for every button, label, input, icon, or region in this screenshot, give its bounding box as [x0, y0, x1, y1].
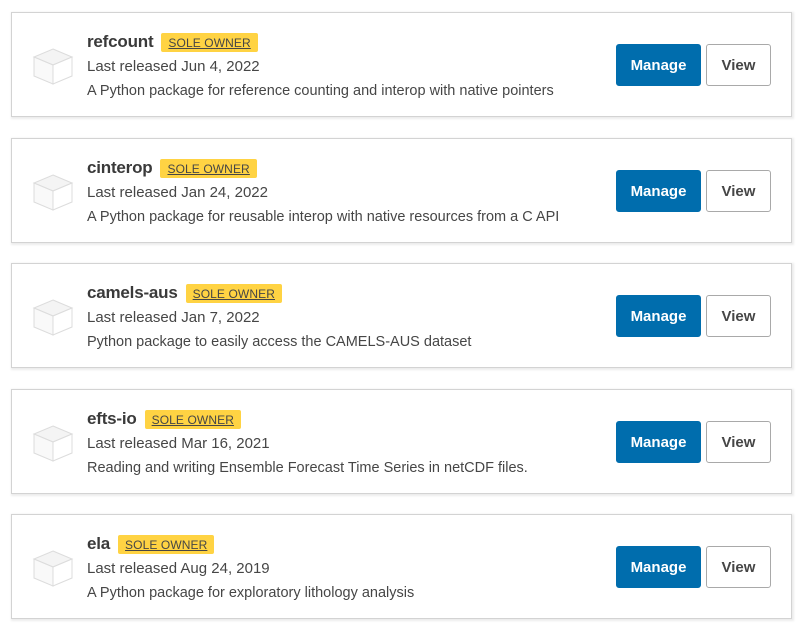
project-card: efts-io SOLE OWNER Last released Mar 16,…	[11, 389, 792, 494]
project-card: ela SOLE OWNER Last released Aug 24, 201…	[11, 514, 792, 619]
view-button[interactable]: View	[706, 421, 771, 463]
sole-owner-badge[interactable]: SOLE OWNER	[161, 32, 258, 52]
project-info: camels-aus SOLE OWNER Last released Jan …	[87, 281, 471, 354]
project-card: camels-aus SOLE OWNER Last released Jan …	[11, 263, 792, 368]
project-summary: A Python package for reusable interop wi…	[87, 209, 560, 225]
package-box-icon	[32, 299, 74, 336]
last-released: Last released Mar 16, 2021	[87, 435, 270, 452]
project-summary: A Python package for reference counting …	[87, 83, 554, 99]
project-info: refcount SOLE OWNER Last released Jun 4,…	[87, 30, 554, 103]
package-box-icon	[32, 48, 74, 85]
project-name[interactable]: efts-io	[87, 409, 137, 429]
project-card: cinterop SOLE OWNER Last released Jan 24…	[11, 138, 792, 243]
project-info: ela SOLE OWNER Last released Aug 24, 201…	[87, 532, 414, 605]
project-info: efts-io SOLE OWNER Last released Mar 16,…	[87, 407, 528, 480]
sole-owner-badge[interactable]: SOLE OWNER	[144, 409, 241, 429]
project-card: refcount SOLE OWNER Last released Jun 4,…	[11, 12, 792, 117]
project-list: refcount SOLE OWNER Last released Jun 4,…	[0, 0, 806, 633]
manage-button[interactable]: Manage	[616, 421, 701, 463]
sole-owner-badge[interactable]: SOLE OWNER	[160, 158, 257, 178]
manage-button[interactable]: Manage	[616, 546, 701, 588]
project-name[interactable]: ela	[87, 534, 110, 554]
manage-button[interactable]: Manage	[616, 295, 701, 337]
project-summary: Reading and writing Ensemble Forecast Ti…	[87, 460, 528, 476]
package-box-icon	[32, 550, 74, 587]
view-button[interactable]: View	[706, 170, 771, 212]
sole-owner-badge[interactable]: SOLE OWNER	[118, 534, 215, 554]
sole-owner-badge[interactable]: SOLE OWNER	[185, 283, 282, 303]
package-box-icon	[32, 174, 74, 211]
project-summary: A Python package for exploratory litholo…	[87, 585, 415, 601]
project-info: cinterop SOLE OWNER Last released Jan 24…	[87, 156, 559, 229]
manage-button[interactable]: Manage	[616, 170, 701, 212]
last-released: Last released Jun 4, 2022	[87, 58, 260, 75]
view-button[interactable]: View	[706, 546, 771, 588]
last-released: Last released Jan 7, 2022	[87, 309, 260, 326]
project-name[interactable]: camels-aus	[87, 283, 178, 303]
project-name[interactable]: cinterop	[87, 158, 153, 178]
view-button[interactable]: View	[706, 44, 771, 86]
view-button[interactable]: View	[706, 295, 771, 337]
package-box-icon	[32, 425, 74, 462]
manage-button[interactable]: Manage	[616, 44, 701, 86]
project-summary: Python package to easily access the CAME…	[87, 334, 472, 350]
project-name[interactable]: refcount	[87, 32, 154, 52]
last-released: Last released Jan 24, 2022	[87, 184, 268, 201]
last-released: Last released Aug 24, 2019	[87, 560, 270, 577]
